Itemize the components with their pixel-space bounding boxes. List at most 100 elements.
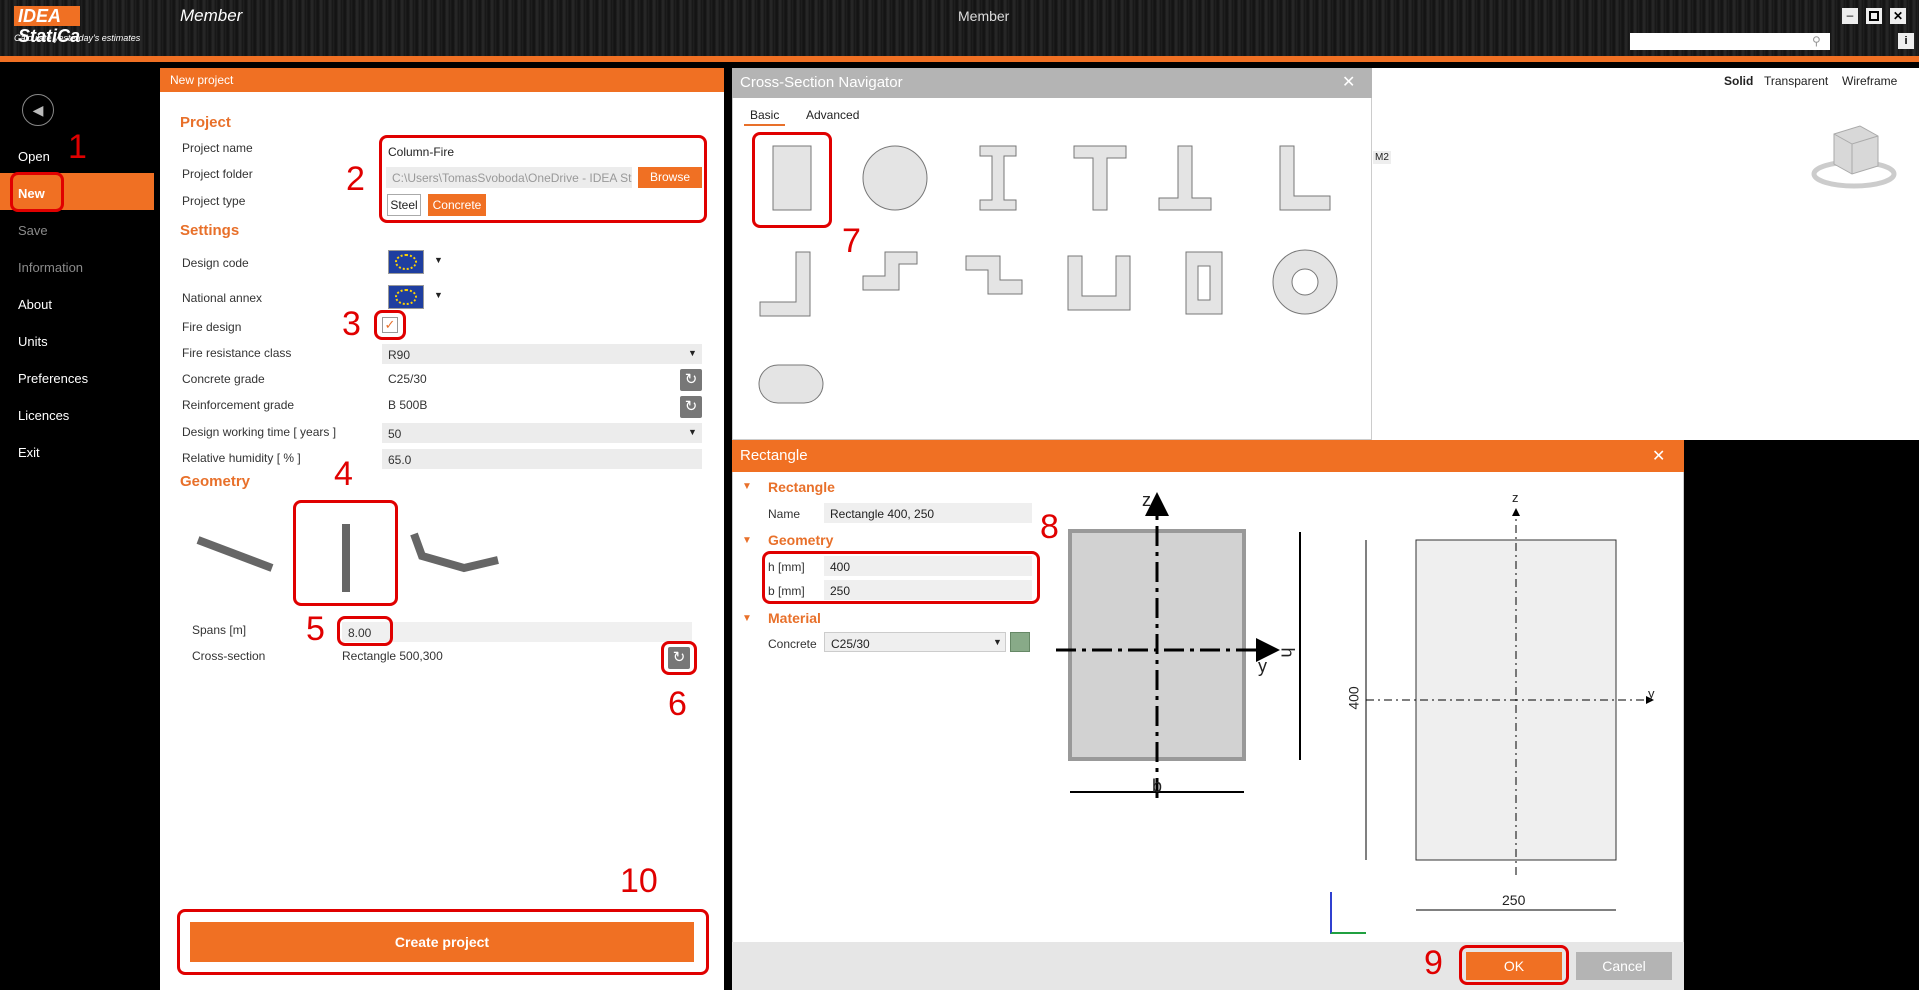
section-geometry: Geometry [180, 473, 251, 490]
sidebar-item-save[interactable]: Save [18, 223, 48, 238]
collapse-arrow-icon[interactable]: ▼ [742, 481, 752, 492]
callout-6: 6 [668, 685, 687, 723]
beam-type-icon[interactable] [190, 520, 280, 580]
j-section-shape-icon [759, 251, 811, 317]
sketch-z-label: z [1142, 490, 1151, 510]
working-time-select[interactable]: 50 [382, 423, 702, 443]
minimize-button[interactable]: – [1842, 8, 1858, 24]
working-time-label: Design working time [ years ] [182, 425, 337, 439]
drawing-y-label: y [1648, 686, 1655, 701]
i-section-shape-icon [979, 145, 1017, 211]
chevron-down-icon[interactable]: ▼ [688, 427, 697, 437]
z-section-shape-icon [862, 251, 918, 291]
sidebar-item-licences[interactable]: Licences [18, 408, 69, 423]
rectangle-close-icon[interactable]: ✕ [1652, 446, 1665, 466]
t-section-shape-icon [1073, 145, 1127, 211]
axis-triad-icon [1330, 892, 1366, 934]
highlight-cross-section [661, 641, 697, 675]
sidebar-item-about[interactable]: About [18, 297, 52, 312]
highlight-new [10, 172, 64, 212]
sidebar-item-exit[interactable]: Exit [18, 445, 40, 460]
u-section-shape-icon [1067, 255, 1131, 311]
sketch-b-label: b [1152, 776, 1163, 796]
highlight-project [379, 135, 707, 223]
reinforcement-grade-value: B 500B [388, 398, 428, 412]
callout-7: 7 [842, 222, 861, 260]
callout-2: 2 [346, 160, 365, 198]
concrete-select[interactable]: C25/30 [824, 632, 1006, 652]
navigator-title: Cross-Section Navigator [732, 68, 1372, 98]
member-label: M2 [1373, 151, 1391, 164]
sketch-y-label: y [1258, 656, 1267, 676]
name-label: Name [768, 507, 801, 521]
section-name-input[interactable]: Rectangle 400, 250 [824, 503, 1032, 523]
fire-design-label: Fire design [182, 320, 242, 334]
section-rectangle: Rectangle [768, 479, 835, 495]
view-mode-wireframe[interactable]: Wireframe [1842, 74, 1897, 88]
callout-9: 9 [1424, 944, 1443, 982]
chevron-down-icon[interactable]: ▼ [688, 348, 697, 358]
hollow-rectangle-shape-icon [1185, 251, 1223, 315]
search-icon[interactable]: ⚲ [1812, 34, 1821, 48]
eu-flag-icon[interactable] [388, 250, 424, 274]
highlight-column-type [293, 500, 398, 606]
project-folder-label: Project folder [182, 167, 253, 181]
chevron-down-icon[interactable]: ▼ [434, 255, 443, 265]
tab-advanced[interactable]: Advanced [806, 108, 859, 122]
chevron-down-icon[interactable]: ▼ [434, 290, 443, 300]
section-sketch [1056, 492, 1301, 798]
callout-1: 1 [68, 128, 87, 166]
callout-3: 3 [342, 305, 361, 343]
view-cube-icon[interactable] [1808, 118, 1900, 198]
frame-type-icon[interactable] [408, 520, 504, 580]
sidebar-item-open[interactable]: Open [18, 149, 50, 164]
window-title: Member [958, 8, 1010, 24]
humidity-label: Relative humidity [ % ] [182, 451, 301, 465]
accent-line [0, 56, 1919, 62]
tab-basic[interactable]: Basic [744, 108, 786, 126]
chevron-down-icon[interactable]: ▼ [993, 637, 1002, 647]
shape-gallery [758, 145, 1338, 404]
highlight-ok [1459, 945, 1569, 985]
refresh-icon[interactable]: ↻ [680, 369, 702, 391]
collapse-arrow-icon[interactable]: ▼ [742, 535, 752, 546]
drawing-b-dimension: 250 [1502, 892, 1526, 908]
cancel-button[interactable]: Cancel [1576, 952, 1672, 980]
sketch-h-label: h [1277, 647, 1298, 658]
l-section-shape-icon [1279, 145, 1331, 211]
view-mode-transparent[interactable]: Transparent [1764, 74, 1828, 88]
eu-flag-icon[interactable] [388, 285, 424, 309]
fire-class-select[interactable]: R90 [382, 344, 702, 364]
section-settings: Settings [180, 222, 240, 239]
panel-header: New project [160, 68, 724, 92]
collapse-arrow-icon[interactable]: ▼ [742, 613, 752, 624]
info-icon[interactable]: i [1898, 33, 1914, 49]
search-input[interactable] [1630, 33, 1830, 50]
sidebar-item-units[interactable]: Units [18, 334, 48, 349]
concrete-label: Concrete [768, 637, 817, 651]
refresh-icon[interactable]: ↻ [680, 396, 702, 418]
close-button[interactable]: ✕ [1890, 8, 1906, 24]
oval-shape-icon [758, 364, 824, 404]
sidebar-item-information[interactable]: Information [18, 260, 83, 275]
sidebar-item-preferences[interactable]: Preferences [18, 371, 88, 386]
maximize-button[interactable] [1866, 8, 1882, 24]
concrete-grade-value: C25/30 [388, 372, 427, 386]
humidity-input[interactable]: 65.0 [382, 449, 702, 469]
spans-label: Spans [m] [192, 623, 247, 637]
cross-section-value: Rectangle 500,300 [342, 649, 443, 663]
highlight-spans [337, 616, 393, 646]
navigator-close-icon[interactable]: ✕ [1342, 72, 1355, 92]
national-annex-label: National annex [182, 291, 263, 305]
callout-10: 10 [620, 862, 658, 900]
material-library-icon[interactable] [1010, 632, 1030, 652]
design-code-label: Design code [182, 256, 249, 270]
highlight-dimensions [762, 551, 1040, 604]
section-geometry-dialog: Geometry [768, 532, 834, 548]
callout-4: 4 [334, 455, 353, 493]
highlight-rectangle-shape [752, 132, 832, 228]
view-mode-solid[interactable]: Solid [1724, 74, 1753, 88]
back-button[interactable]: ◀ [22, 94, 54, 126]
reinforcement-grade-label: Reinforcement grade [182, 398, 295, 412]
spans-input[interactable]: 8.00 [342, 622, 692, 642]
